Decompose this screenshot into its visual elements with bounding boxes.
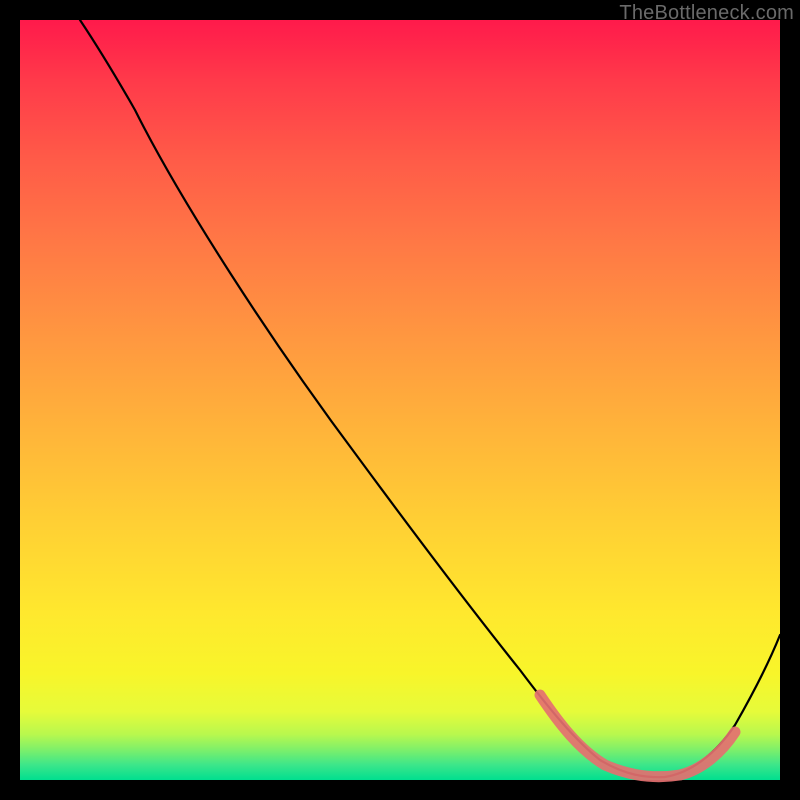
bottleneck-curve <box>80 20 780 777</box>
chart-stage: TheBottleneck.com <box>0 0 800 800</box>
chart-svg <box>20 20 780 780</box>
chart-plot-area <box>20 20 780 780</box>
attribution-label: TheBottleneck.com <box>619 2 794 25</box>
sweet-spot-marker <box>540 695 735 777</box>
